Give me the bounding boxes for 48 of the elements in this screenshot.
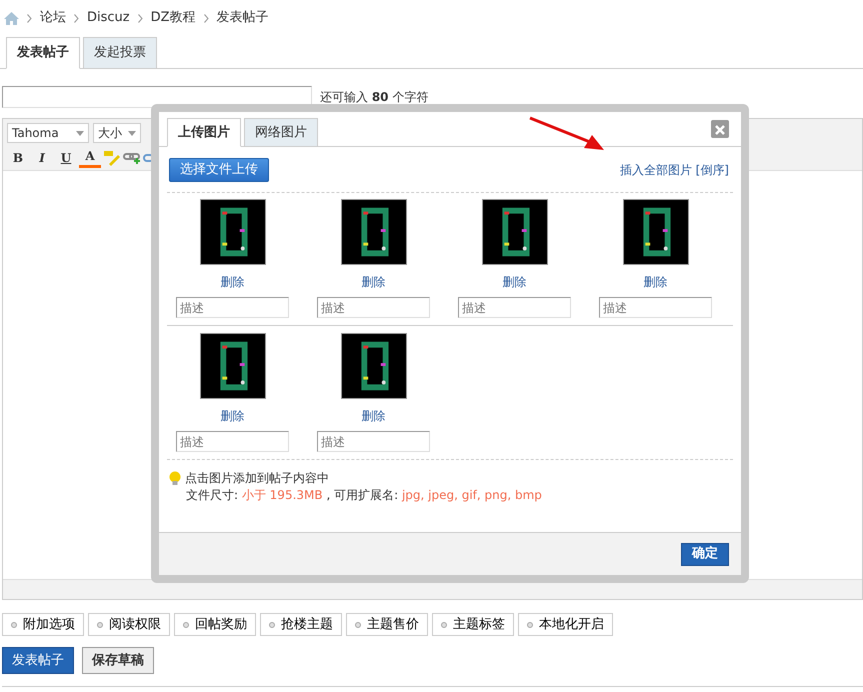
breadcrumb-link[interactable]: 发表帖子 xyxy=(216,8,269,28)
description-field[interactable]: 描述 xyxy=(458,297,571,318)
title-field[interactable] xyxy=(2,86,312,108)
delete-link[interactable]: 删除 xyxy=(644,273,668,291)
option-button[interactable]: 阅读权限 xyxy=(88,613,170,636)
description-field[interactable]: 描述 xyxy=(317,297,430,318)
delete-link[interactable]: 删除 xyxy=(362,273,386,291)
chevron-icon xyxy=(204,14,209,22)
breadcrumb-link[interactable]: DZ教程 xyxy=(150,8,196,28)
breadcrumb-link[interactable]: Discuz xyxy=(87,8,130,28)
confirm-button[interactable]: 确定 xyxy=(681,542,729,566)
chevron-icon xyxy=(138,14,143,22)
format-button[interactable]: B xyxy=(7,148,29,166)
delete-link[interactable]: 删除 xyxy=(220,407,244,425)
tip-text: 点击图片添加到帖子内容中 xyxy=(185,470,329,487)
chevron-icon xyxy=(27,14,32,22)
size-select[interactable]: 大小 xyxy=(93,123,141,143)
lightbulb-icon xyxy=(169,471,181,486)
option-button[interactable]: 本地化开启 xyxy=(518,613,613,636)
description-field[interactable]: 描述 xyxy=(176,431,289,452)
tab[interactable]: 发起投票 xyxy=(83,37,157,69)
submit-button[interactable]: 发表帖子 xyxy=(2,647,74,674)
char-count-hint: 还可输入 80 个字符 xyxy=(320,89,428,106)
option-button[interactable]: 回帖奖励 xyxy=(174,613,256,636)
tab[interactable]: 网络图片 xyxy=(244,118,318,147)
chevron-icon xyxy=(74,14,79,22)
option-button[interactable]: 抢楼主题 xyxy=(260,613,342,636)
tab[interactable]: 上传图片 xyxy=(167,118,241,147)
font-select[interactable]: Tahoma xyxy=(7,123,89,143)
breadcrumb-link[interactable]: 论坛 xyxy=(40,8,66,28)
description-field[interactable]: 描述 xyxy=(317,431,430,452)
format-button[interactable]: A xyxy=(79,147,101,168)
description-field[interactable]: 描述 xyxy=(599,297,712,318)
delete-link[interactable]: 删除 xyxy=(362,407,386,425)
format-button[interactable]: I xyxy=(31,148,53,166)
tab[interactable]: 发表帖子 xyxy=(6,37,80,69)
delete-link[interactable]: 删除 xyxy=(502,273,526,291)
description-field[interactable]: 描述 xyxy=(176,297,289,318)
file-limits-text: 文件尺寸: 小于 195.3MB , 可用扩展名: jpg, jpeg, gif, png, bmp xyxy=(185,487,543,504)
option-button[interactable]: 附加选项 xyxy=(2,613,84,636)
option-button[interactable]: 主题售价 xyxy=(346,613,428,636)
close-button[interactable] xyxy=(711,120,729,138)
format-button[interactable]: U xyxy=(55,148,77,166)
upload-button[interactable]: 选择文件上传 xyxy=(169,158,269,182)
save-draft-button[interactable]: 保存草稿 xyxy=(82,647,154,674)
delete-link[interactable]: 删除 xyxy=(220,273,244,291)
option-button[interactable]: 主题标签 xyxy=(432,613,514,636)
insert-all-link[interactable]: 插入全部图片 [倒序] xyxy=(620,161,729,179)
